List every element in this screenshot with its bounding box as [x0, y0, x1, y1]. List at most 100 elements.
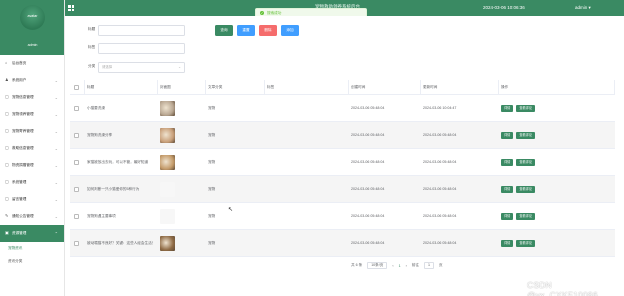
row-checkbox[interactable]: [74, 213, 79, 219]
sidebar-item-label: 通知公告管理: [12, 214, 34, 218]
table-row[interactable]: 宠物狗遇主要事项 宠物 2024-03-06 05:48:04 2024-03-06 …: [70, 203, 615, 230]
sidebar-item[interactable]: ▢ 留言管理 ⌄: [0, 191, 64, 208]
chevron-icon: ⌄: [54, 78, 58, 83]
sidebar-item[interactable]: ▢ 宠物信息管理 ⌄: [0, 89, 64, 106]
detail-button[interactable]: 详情: [501, 131, 514, 139]
page-size-select[interactable]: 10条/页: [367, 262, 388, 269]
row-checkbox[interactable]: [74, 159, 79, 165]
row-checkbox[interactable]: [74, 132, 79, 138]
sidebar-item[interactable]: ▢ 系统管理 ⌄: [0, 174, 64, 191]
cell-cover: [158, 230, 206, 256]
detail-button[interactable]: 详情: [501, 158, 514, 166]
reset-button[interactable]: 重置: [237, 25, 255, 36]
chevron-icon: ⌄: [54, 214, 58, 219]
select-all-cell: [70, 80, 85, 94]
query-button[interactable]: 查询: [215, 25, 233, 36]
detail-button[interactable]: 详情: [501, 104, 514, 112]
cover-thumbnail[interactable]: [160, 154, 175, 170]
row-checkbox[interactable]: [74, 105, 79, 111]
cover-thumbnail[interactable]: [160, 208, 175, 224]
view-comments-button[interactable]: 查看评论: [516, 104, 536, 112]
cell-cover: [158, 176, 206, 202]
cell-updated: 2024-03-06 10:04:47: [423, 106, 457, 110]
row-checkbox[interactable]: [74, 240, 79, 246]
row-select-cell: [70, 230, 85, 256]
prev-page-button[interactable]: ‹: [392, 264, 393, 268]
csdn-watermark: CSDN @vx_CXKF10086: [527, 280, 598, 296]
sidebar-item[interactable]: ▢ 物资捐赠管理 ⌄: [0, 157, 64, 174]
detail-button[interactable]: 详情: [501, 239, 514, 247]
menu-grid-icon[interactable]: [68, 5, 74, 11]
pagination: 共 6 条 10条/页 ‹ 1 › 前往 1 页: [351, 262, 448, 269]
toast-message: 搜索成功: [267, 10, 282, 15]
header-tag: 标签: [265, 80, 349, 94]
table-row[interactable]: 宠物狗洗澡分享 宠物 2024-03-06 05:48:04 2024-03-06 0…: [70, 122, 615, 149]
sidebar-item-label: 后台首页: [12, 61, 27, 65]
cell-operations: 详情 查看评论: [499, 203, 615, 229]
tag-input[interactable]: [98, 43, 185, 54]
cell-tag: [265, 122, 349, 148]
view-comments-button[interactable]: 查看评论: [516, 212, 536, 220]
cell-operations: 详情 查看评论: [499, 230, 615, 256]
category-select[interactable]: 请选择 ⌄: [98, 62, 185, 73]
sidebar-item[interactable]: ▣ 资源管理 ⌃: [0, 225, 64, 242]
table-row[interactable]: 被动喂猫不良好？关键：这些人经会生活！ 宠物 2024-03-06 05:48:04…: [70, 230, 615, 257]
sidebar-item[interactable]: ▢ 宠物寄养管理 ⌄: [0, 123, 64, 140]
cell-updated: 2024-03-06 05:48:04: [423, 214, 457, 218]
next-page-button[interactable]: ›: [406, 264, 407, 268]
view-comments-button[interactable]: 查看评论: [516, 239, 536, 247]
chevron-icon: ⌄: [54, 95, 58, 100]
cover-thumbnail[interactable]: [160, 181, 175, 197]
sidebar-subitem[interactable]: 资讯分类: [0, 255, 64, 268]
edit-icon: ✎: [5, 214, 9, 218]
cell-category: 宠物: [208, 105, 216, 110]
chevron-icon: ⌄: [54, 129, 58, 134]
sidebar-subitem[interactable]: 宠物资讯: [0, 242, 64, 255]
cell-category: 宠物: [208, 159, 216, 164]
cell-title: 宠物狗洗澡分享: [87, 132, 113, 137]
select-all-checkbox[interactable]: [74, 84, 79, 90]
title-input[interactable]: [98, 25, 185, 36]
sidebar-item[interactable]: ▢ 宠物领养管理 ⌄: [0, 106, 64, 123]
cover-thumbnail[interactable]: [160, 100, 175, 116]
view-comments-button[interactable]: 查看评论: [516, 185, 536, 193]
header-operations: 操作: [499, 80, 615, 94]
row-checkbox[interactable]: [74, 186, 79, 192]
sidebar-item-label: 宠物领养管理: [12, 112, 34, 116]
header-title: 标题: [85, 80, 158, 94]
table-body: 小猫要洗澡 宠物 2024-03-06 05:48:04 2024-03-06 10:…: [70, 95, 615, 257]
sidebar-item-label: 留言管理: [12, 197, 27, 201]
table-header: 标题 封面图 文章分类 标签 创建时间 更新时间 操作: [70, 80, 615, 95]
cell-operations: 详情 查看评论: [499, 176, 615, 202]
detail-button[interactable]: 详情: [501, 212, 514, 220]
sidebar-item-label: 系统用户: [12, 78, 27, 82]
add-button[interactable]: 添加: [281, 25, 299, 36]
header-cover: 封面图: [158, 80, 206, 94]
admin-dropdown[interactable]: admin ▾: [575, 5, 591, 11]
sidebar-item-label: 资源管理: [12, 231, 27, 235]
datetime-display: 2024-03-06 10:06:36: [483, 5, 525, 10]
goto-suffix: 页: [438, 263, 443, 267]
detail-button[interactable]: 详情: [501, 185, 514, 193]
cell-title: 被动喂猫不良好？关键：这些人经会生活！: [87, 240, 156, 245]
cell-operations: 详情 查看评论: [499, 122, 615, 148]
cell-cover: [158, 149, 206, 175]
table-row[interactable]: 如何判断一只小猫爱你的5种行为 宠物 2024-03-06 05:48:04 2024…: [70, 176, 615, 203]
cover-thumbnail[interactable]: [160, 127, 175, 143]
page-number-current[interactable]: 1: [399, 264, 401, 268]
cover-thumbnail[interactable]: [160, 235, 175, 251]
sidebar-item[interactable]: ▢ 救助信息管理 ⌄: [0, 140, 64, 157]
view-comments-button[interactable]: 查看评论: [516, 158, 536, 166]
chevron-down-icon: ⌄: [178, 65, 181, 69]
cell-category: 宠物: [208, 132, 216, 137]
view-comments-button[interactable]: 查看评论: [516, 131, 536, 139]
cell-category: 宠物: [208, 240, 216, 245]
goto-page-input[interactable]: 1: [423, 262, 434, 269]
table-row[interactable]: 家猫被放出去玩，可以不管，最好知道 宠物 2024-03-06 05:48:04 20…: [70, 149, 615, 176]
header-created: 创建时间: [349, 80, 421, 94]
sidebar-item[interactable]: ✎ 通知公告管理 ⌄: [0, 208, 64, 225]
sidebar-item[interactable]: ⌂ 后台首页: [0, 55, 64, 72]
delete-button[interactable]: 删除: [259, 25, 277, 36]
table-row[interactable]: 小猫要洗澡 宠物 2024-03-06 05:48:04 2024-03-06 10:…: [70, 95, 615, 122]
sidebar-item[interactable]: ♟ 系统用户 ⌄: [0, 72, 64, 89]
